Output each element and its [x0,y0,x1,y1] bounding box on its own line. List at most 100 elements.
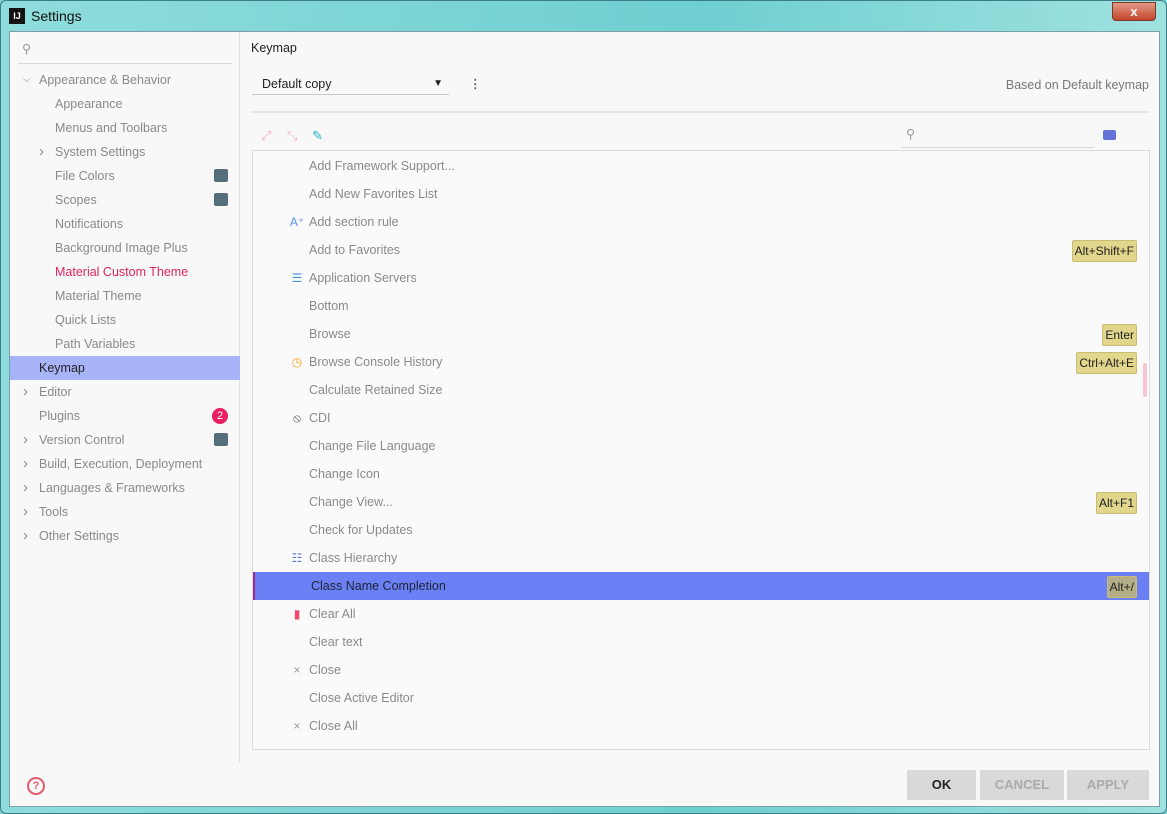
action-row[interactable]: Change File Language [253,432,1149,460]
action-label: Close Active Editor [309,691,414,705]
action-row[interactable]: Clear text [253,628,1149,656]
chevron-right-icon[interactable]: › [23,380,28,404]
action-row[interactable]: ☷ Class Hierarchy [253,544,1149,572]
action-row[interactable]: Add New Favorites List [253,180,1149,208]
action-row[interactable]: × Close All [253,712,1149,740]
help-icon[interactable]: ? [27,777,45,795]
based-on-label: Based on Default keymap [1005,78,1149,92]
sidebar-item[interactable]: › Build, Execution, Deployment [10,452,240,476]
sidebar-item-label: Menus and Toolbars [55,121,168,135]
chevron-right-icon[interactable]: › [23,452,28,476]
action-label: Change Icon [309,467,380,481]
action-row[interactable]: × Close [253,656,1149,684]
sidebar-item[interactable]: Menus and Toolbars [10,116,240,140]
sidebar-item[interactable]: Material Theme [10,284,240,308]
find-by-shortcut-icon[interactable] [1103,130,1116,140]
expand-all-icon[interactable]: ⤢ [261,128,271,144]
sidebar-item[interactable]: › Other Settings [10,524,240,548]
sidebar-item-label: Scopes [55,193,97,207]
action-row[interactable]: ◷ Browse Console History Ctrl+Alt+E [253,348,1149,376]
action-search-input[interactable]: ⚲ [901,126,1094,148]
action-row[interactable]: A⁺ Add section rule [253,208,1149,236]
project-icon [214,169,228,182]
sidebar-item[interactable]: › System Settings [10,140,240,164]
cancel-button[interactable]: CANCEL [980,770,1064,800]
search-icon: ⚲ [906,127,916,141]
sidebar-item[interactable]: Background Image Plus [10,236,240,260]
trash-icon: ▮ [293,607,301,621]
sidebar-search-input[interactable]: ⚲ [18,38,232,64]
keymap-select[interactable]: Default copy ▼ [252,74,449,95]
sidebar-item[interactable]: › Editor [10,380,240,404]
sidebar-item[interactable]: Notifications [10,212,240,236]
sidebar-item[interactable]: Keymap [10,356,240,380]
sidebar-item-label: Languages & Frameworks [39,481,185,495]
action-row[interactable]: Close Active Editor [253,684,1149,712]
chevron-right-icon[interactable]: › [23,524,28,548]
scrollbar-thumb[interactable] [1143,363,1147,397]
action-row[interactable]: Browse Enter [253,320,1149,348]
sidebar-item[interactable]: › Languages & Frameworks [10,476,240,500]
sidebar-item-label: Path Variables [55,337,136,351]
title-bar: IJ Settings [9,5,82,27]
project-icon [214,433,228,446]
shortcut-badge: Alt+Shift+F [1071,240,1137,262]
collapse-all-icon[interactable]: ⤡ [287,128,297,144]
action-label: Add to Favorites [309,243,401,257]
sidebar-item[interactable]: Plugins 2 [10,404,240,428]
sidebar-item[interactable]: Path Variables [10,332,240,356]
action-row[interactable]: Change Icon [253,460,1149,488]
action-label: Browse [309,327,351,341]
sidebar-item[interactable]: › Tools [10,500,240,524]
action-label: Calculate Retained Size [309,383,443,397]
sidebar-item[interactable]: File Colors [10,164,240,188]
action-label: Change View... [309,495,393,509]
more-options-icon[interactable]: ⋮ [469,76,482,91]
settings-window: IJ Settings x ⚲ ⌵ Appearance & Behavior Ap… [0,0,1167,814]
keymap-select-value: Default copy [262,77,332,91]
shortcut-badge: Alt+F1 [1095,492,1137,514]
sidebar-item[interactable]: › Version Control [10,428,240,452]
window-close-button[interactable]: x [1112,2,1156,21]
action-row[interactable]: ☰ Application Servers [253,264,1149,292]
actions-tree[interactable]: Add Framework Support... Add New Favorite… [252,150,1150,750]
sidebar-item[interactable]: ⌵ Appearance & Behavior [10,68,240,92]
sidebar-item[interactable]: Quick Lists [10,308,240,332]
action-row[interactable]: Class Name Completion Alt+/ [253,572,1149,600]
action-row[interactable]: Add Framework Support... [253,152,1149,180]
caret-down-icon: ▼ [433,78,443,89]
action-row[interactable]: Calculate Retained Size [253,376,1149,404]
sidebar-item[interactable]: Material Custom Theme [10,260,240,284]
action-row[interactable]: Check for Updates [253,516,1149,544]
sidebar-item-label: Build, Execution, Deployment [39,457,203,471]
action-label: Browse Console History [309,355,443,369]
action-row[interactable]: ⦸ CDI [253,404,1149,432]
action-label: Bottom [309,299,349,313]
apply-button[interactable]: APPLY [1067,770,1149,800]
action-row[interactable]: Change View... Alt+F1 [253,488,1149,516]
action-label: Clear All [309,607,356,621]
chevron-right-icon[interactable]: › [39,140,44,164]
action-label: Change File Language [309,439,436,453]
chevron-right-icon[interactable]: › [23,428,28,452]
chevron-right-icon[interactable]: › [23,476,28,500]
sidebar-item-label: File Colors [55,169,115,183]
ok-button[interactable]: OK [907,770,976,800]
action-row[interactable]: ▮ Clear All [253,600,1149,628]
close-icon: × [293,719,301,733]
sidebar-item-label: Appearance & Behavior [39,73,172,87]
hierarchy-icon: ☷ [291,551,303,565]
action-row[interactable]: Add to Favorites Alt+Shift+F [253,236,1149,264]
chevron-down-icon[interactable]: ⌵ [23,68,31,92]
action-label: Add Framework Support... [309,159,455,173]
chevron-right-icon[interactable]: › [23,500,28,524]
action-row[interactable]: Bottom [253,292,1149,320]
sidebar-item-label: Material Theme [55,289,142,303]
action-label: Application Servers [309,271,417,285]
action-label: Class Hierarchy [309,551,398,565]
sidebar-item-label: Appearance [55,97,123,111]
sidebar-item[interactable]: Appearance [10,92,240,116]
sidebar-item[interactable]: Scopes [10,188,240,212]
search-icon: ⚲ [22,42,32,56]
edit-pencil-icon[interactable]: ✎ [312,128,323,144]
